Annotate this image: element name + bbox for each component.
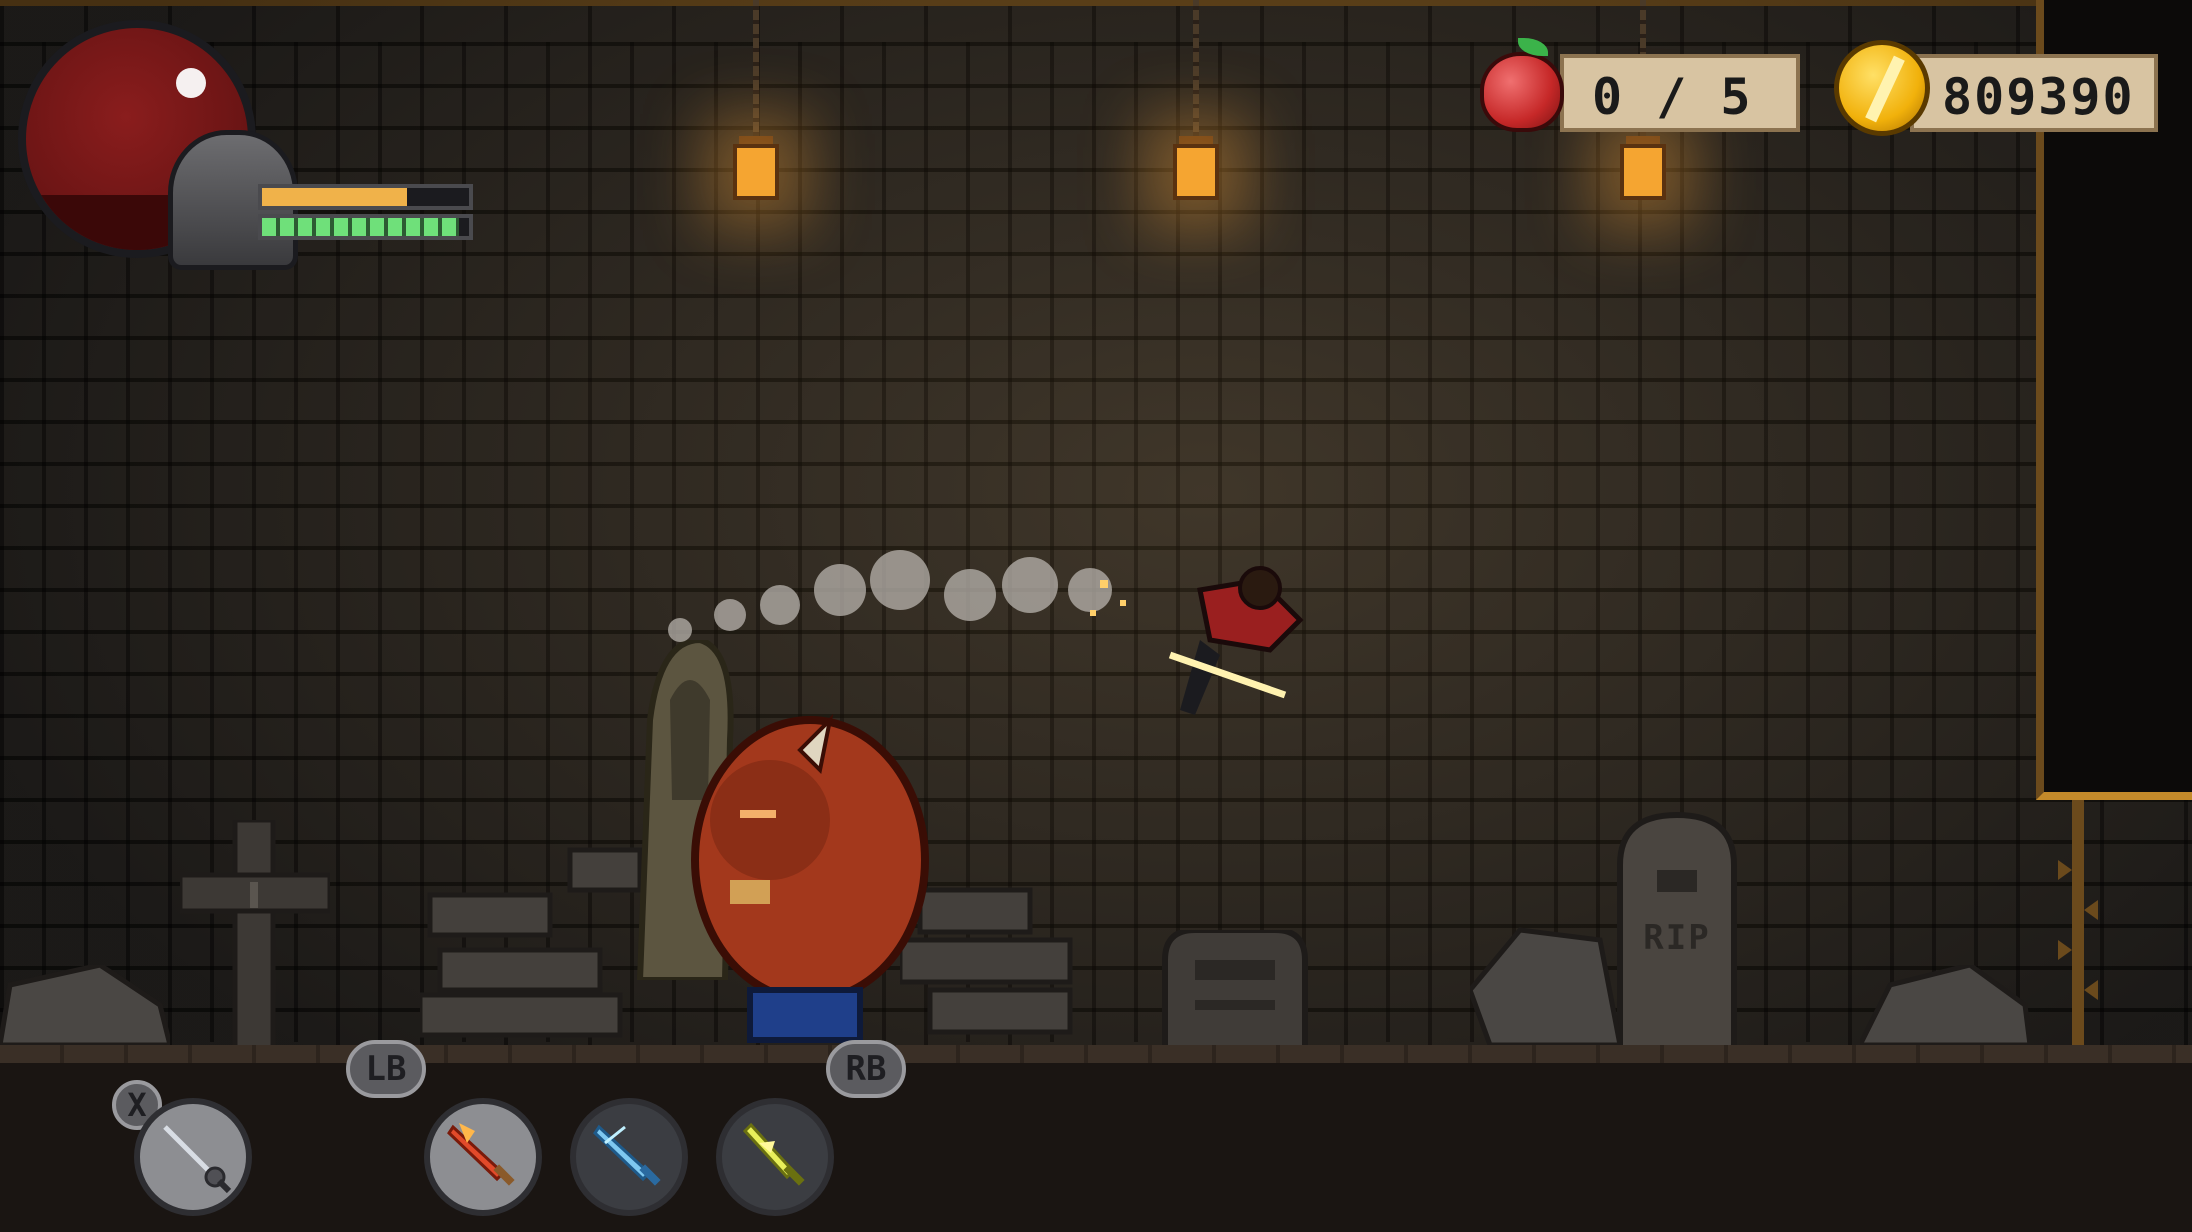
coin-counter-banner: 809390 xyxy=(1910,54,2158,132)
apple-icon xyxy=(1474,38,1570,134)
grave-cross xyxy=(180,820,330,1050)
weapon-slot-electric-blade[interactable] xyxy=(716,1098,834,1216)
stamina-bar xyxy=(258,184,473,210)
tombstone-inscription: RIP xyxy=(1643,918,1711,958)
electric-blade-icon xyxy=(742,1122,805,1186)
player-knight xyxy=(1168,566,1304,715)
ice-sword-icon xyxy=(593,1124,661,1186)
minotaur-enemy xyxy=(691,713,929,1043)
flame-sword-icon xyxy=(447,1123,515,1186)
gravestone xyxy=(1162,930,1308,1048)
coin-counter: 809390 xyxy=(1942,68,2135,126)
hanging-lantern xyxy=(733,0,779,208)
floor-edge xyxy=(0,1045,2192,1063)
weapon-slot-rapier[interactable] xyxy=(134,1098,252,1216)
rapier-icon xyxy=(163,1125,232,1194)
hanging-lantern xyxy=(1173,0,1219,208)
lb-button-badge: LB xyxy=(346,1040,426,1098)
boulder xyxy=(1860,965,2030,1045)
weapon-slot-flame-sword[interactable] xyxy=(424,1098,542,1216)
rb-button-badge: RB xyxy=(826,1040,906,1098)
apple-counter: 0 / 5 xyxy=(1592,68,1753,126)
game-scene: RIP 0 / 5 809390 X LB RB xyxy=(0,0,2192,1232)
dust-trail xyxy=(668,550,1126,642)
boulder xyxy=(0,965,170,1045)
apple-counter-banner: 0 / 5 xyxy=(1560,54,1800,132)
boulder xyxy=(1470,927,1620,1045)
spiked-pole xyxy=(2058,800,2098,1050)
energy-bar xyxy=(258,214,473,240)
weapon-slot-ice-sword[interactable] xyxy=(570,1098,688,1216)
stone-rubble xyxy=(420,847,643,1038)
gold-coin-icon xyxy=(1834,40,1930,136)
floor xyxy=(0,1045,2192,1232)
hanging-lantern xyxy=(1620,0,1666,208)
player-portrait xyxy=(18,20,298,270)
